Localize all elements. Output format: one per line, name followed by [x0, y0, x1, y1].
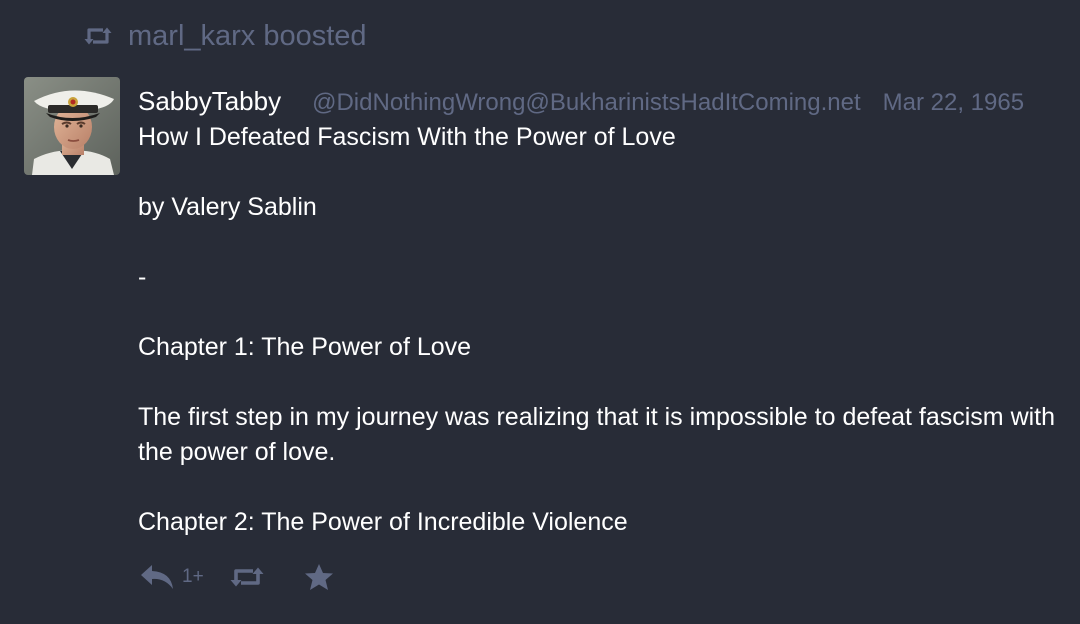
account-handle[interactable]: @DidNothingWrong@BukharinistsHadItComing…: [312, 89, 861, 117]
reply-button[interactable]: 1+: [140, 564, 230, 590]
content-title: How I Defeated Fascism With the Power of…: [138, 123, 676, 151]
status-card: marl_karx boosted SabbyTabby @DidNothing…: [0, 0, 1080, 624]
content-byline: by Valery Sablin: [138, 193, 317, 221]
content-chapter-1: Chapter 1: The Power of Love: [138, 333, 472, 361]
status-header: SabbyTabby @DidNothingWrong@Bukharinists…: [138, 82, 1073, 118]
boost-button[interactable]: [230, 565, 264, 589]
status-date[interactable]: Mar 22, 1965: [883, 89, 1024, 117]
status-action-bar: 1+: [140, 560, 334, 594]
content-paragraph: The first step in my journey was realizi…: [138, 403, 1056, 466]
retweet-icon: [230, 565, 264, 589]
display-name[interactable]: SabbyTabby: [138, 86, 281, 117]
retweet-icon: [84, 25, 112, 47]
boost-notice: marl_karx boosted: [84, 16, 367, 56]
reply-count: 1+: [182, 566, 204, 587]
star-icon: [304, 563, 334, 591]
avatar[interactable]: [24, 77, 120, 175]
favourite-button[interactable]: [304, 563, 334, 591]
content-chapter-2: Chapter 2: The Power of Incredible Viole…: [138, 508, 628, 536]
content-separator: -: [138, 263, 147, 291]
reply-icon: [140, 564, 174, 590]
boost-notice-text[interactable]: marl_karx boosted: [128, 20, 367, 53]
status-content: How I Defeated Fascism With the Power of…: [138, 120, 1063, 540]
